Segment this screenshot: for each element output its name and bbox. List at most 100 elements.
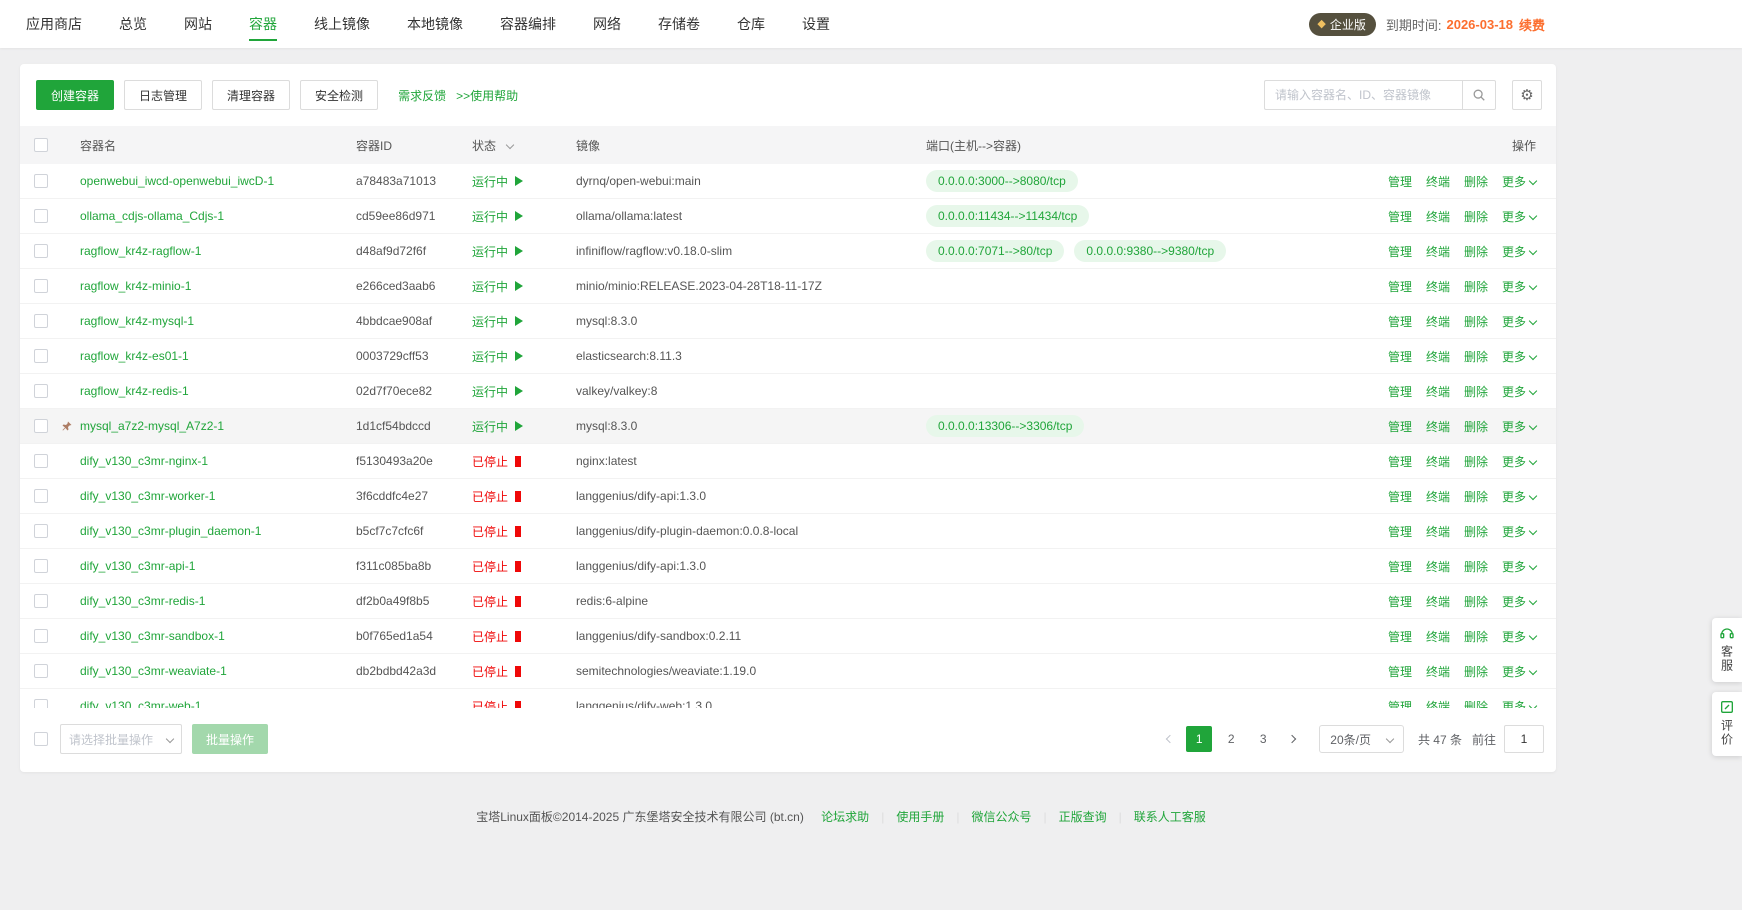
row-checkbox[interactable] xyxy=(34,419,48,433)
row-checkbox[interactable] xyxy=(34,349,48,363)
create-container-button[interactable]: 创建容器 xyxy=(36,80,114,110)
page-button-3[interactable]: 3 xyxy=(1250,726,1276,752)
goto-page-input[interactable] xyxy=(1504,725,1544,753)
nav-item-设置[interactable]: 设置 xyxy=(802,0,830,48)
manage-action-link[interactable]: 管理 xyxy=(1388,173,1412,190)
row-checkbox[interactable] xyxy=(34,629,48,643)
container-name-link[interactable]: dify_v130_c3mr-worker-1 xyxy=(80,489,215,503)
delete-action-link[interactable]: 删除 xyxy=(1464,523,1488,540)
row-checkbox[interactable] xyxy=(34,174,48,188)
terminal-action-link[interactable]: 终端 xyxy=(1426,488,1450,505)
delete-action-link[interactable]: 删除 xyxy=(1464,173,1488,190)
more-action-link[interactable]: 更多 xyxy=(1502,698,1536,709)
more-action-link[interactable]: 更多 xyxy=(1502,208,1536,225)
container-name-link[interactable]: ragflow_kr4z-es01-1 xyxy=(80,349,189,363)
more-action-link[interactable]: 更多 xyxy=(1502,313,1536,330)
batch-select-all-checkbox[interactable] xyxy=(34,732,48,746)
footer-link-微信公众号[interactable]: 微信公众号 xyxy=(971,810,1031,824)
log-manage-button[interactable]: 日志管理 xyxy=(124,80,202,110)
terminal-action-link[interactable]: 终端 xyxy=(1426,418,1450,435)
nav-item-网站[interactable]: 网站 xyxy=(184,0,212,48)
page-button-2[interactable]: 2 xyxy=(1218,726,1244,752)
row-checkbox[interactable] xyxy=(34,559,48,573)
delete-action-link[interactable]: 删除 xyxy=(1464,313,1488,330)
terminal-action-link[interactable]: 终端 xyxy=(1426,628,1450,645)
terminal-action-link[interactable]: 终端 xyxy=(1426,453,1450,470)
delete-action-link[interactable]: 删除 xyxy=(1464,383,1488,400)
delete-action-link[interactable]: 删除 xyxy=(1464,418,1488,435)
row-checkbox[interactable] xyxy=(34,209,48,223)
delete-action-link[interactable]: 删除 xyxy=(1464,698,1488,709)
more-action-link[interactable]: 更多 xyxy=(1502,488,1536,505)
terminal-action-link[interactable]: 终端 xyxy=(1426,663,1450,680)
container-name-link[interactable]: ragflow_kr4z-mysql-1 xyxy=(80,314,194,328)
more-action-link[interactable]: 更多 xyxy=(1502,558,1536,575)
manage-action-link[interactable]: 管理 xyxy=(1388,208,1412,225)
manage-action-link[interactable]: 管理 xyxy=(1388,558,1412,575)
more-action-link[interactable]: 更多 xyxy=(1502,593,1536,610)
footer-link-联系人工客服[interactable]: 联系人工客服 xyxy=(1134,810,1206,824)
terminal-action-link[interactable]: 终端 xyxy=(1426,208,1450,225)
terminal-action-link[interactable]: 终端 xyxy=(1426,698,1450,709)
delete-action-link[interactable]: 删除 xyxy=(1464,663,1488,680)
nav-item-容器编排[interactable]: 容器编排 xyxy=(500,0,556,48)
more-action-link[interactable]: 更多 xyxy=(1502,663,1536,680)
more-action-link[interactable]: 更多 xyxy=(1502,173,1536,190)
security-check-button[interactable]: 安全检测 xyxy=(300,80,378,110)
container-name-link[interactable]: dify_v130_c3mr-weaviate-1 xyxy=(80,664,227,678)
terminal-action-link[interactable]: 终端 xyxy=(1426,243,1450,260)
row-checkbox[interactable] xyxy=(34,244,48,258)
footer-link-正版查询[interactable]: 正版查询 xyxy=(1059,810,1107,824)
container-name-link[interactable]: dify_v130_c3mr-sandbox-1 xyxy=(80,629,225,643)
delete-action-link[interactable]: 删除 xyxy=(1464,593,1488,610)
more-action-link[interactable]: 更多 xyxy=(1502,383,1536,400)
clean-container-button[interactable]: 清理容器 xyxy=(212,80,290,110)
select-all-checkbox[interactable] xyxy=(34,138,48,152)
container-name-link[interactable]: mysql_a7z2-mysql_A7z2-1 xyxy=(80,419,224,433)
more-action-link[interactable]: 更多 xyxy=(1502,243,1536,260)
container-name-link[interactable]: ragflow_kr4z-ragflow-1 xyxy=(80,244,201,258)
manage-action-link[interactable]: 管理 xyxy=(1388,523,1412,540)
nav-item-容器[interactable]: 容器 xyxy=(249,0,277,48)
container-name-link[interactable]: ollama_cdjs-ollama_Cdjs-1 xyxy=(80,209,224,223)
terminal-action-link[interactable]: 终端 xyxy=(1426,173,1450,190)
nav-item-线上镜像[interactable]: 线上镜像 xyxy=(314,0,370,48)
manage-action-link[interactable]: 管理 xyxy=(1388,698,1412,709)
search-button[interactable] xyxy=(1462,80,1496,110)
more-action-link[interactable]: 更多 xyxy=(1502,628,1536,645)
nav-item-本地镜像[interactable]: 本地镜像 xyxy=(407,0,463,48)
row-checkbox[interactable] xyxy=(34,384,48,398)
nav-item-存储卷[interactable]: 存储卷 xyxy=(658,0,700,48)
delete-action-link[interactable]: 删除 xyxy=(1464,243,1488,260)
container-name-link[interactable]: ragflow_kr4z-redis-1 xyxy=(80,384,189,398)
more-action-link[interactable]: 更多 xyxy=(1502,278,1536,295)
delete-action-link[interactable]: 删除 xyxy=(1464,208,1488,225)
container-name-link[interactable]: dify_v130_c3mr-redis-1 xyxy=(80,594,205,608)
manage-action-link[interactable]: 管理 xyxy=(1388,278,1412,295)
delete-action-link[interactable]: 删除 xyxy=(1464,558,1488,575)
terminal-action-link[interactable]: 终端 xyxy=(1426,558,1450,575)
more-action-link[interactable]: 更多 xyxy=(1502,453,1536,470)
manage-action-link[interactable]: 管理 xyxy=(1388,383,1412,400)
next-page-button[interactable] xyxy=(1279,726,1305,752)
row-checkbox[interactable] xyxy=(34,664,48,678)
more-action-link[interactable]: 更多 xyxy=(1502,418,1536,435)
container-name-link[interactable]: dify_v130_c3mr-nginx-1 xyxy=(80,454,208,468)
batch-execute-button[interactable]: 批量操作 xyxy=(192,724,268,754)
terminal-action-link[interactable]: 终端 xyxy=(1426,523,1450,540)
search-input[interactable] xyxy=(1264,80,1462,110)
delete-action-link[interactable]: 删除 xyxy=(1464,488,1488,505)
more-action-link[interactable]: 更多 xyxy=(1502,348,1536,365)
container-name-link[interactable]: dify_v130_c3mr-web-1 xyxy=(80,699,201,708)
delete-action-link[interactable]: 删除 xyxy=(1464,453,1488,470)
terminal-action-link[interactable]: 终端 xyxy=(1426,383,1450,400)
container-name-link[interactable]: ragflow_kr4z-minio-1 xyxy=(80,279,191,293)
terminal-action-link[interactable]: 终端 xyxy=(1426,593,1450,610)
manage-action-link[interactable]: 管理 xyxy=(1388,453,1412,470)
page-button-1[interactable]: 1 xyxy=(1186,726,1212,752)
container-name-link[interactable]: openwebui_iwcd-openwebui_iwcD-1 xyxy=(80,174,274,188)
nav-item-应用商店[interactable]: 应用商店 xyxy=(26,0,82,48)
review-widget[interactable]: 评价 xyxy=(1712,692,1742,756)
footer-link-论坛求助[interactable]: 论坛求助 xyxy=(821,810,869,824)
manage-action-link[interactable]: 管理 xyxy=(1388,418,1412,435)
